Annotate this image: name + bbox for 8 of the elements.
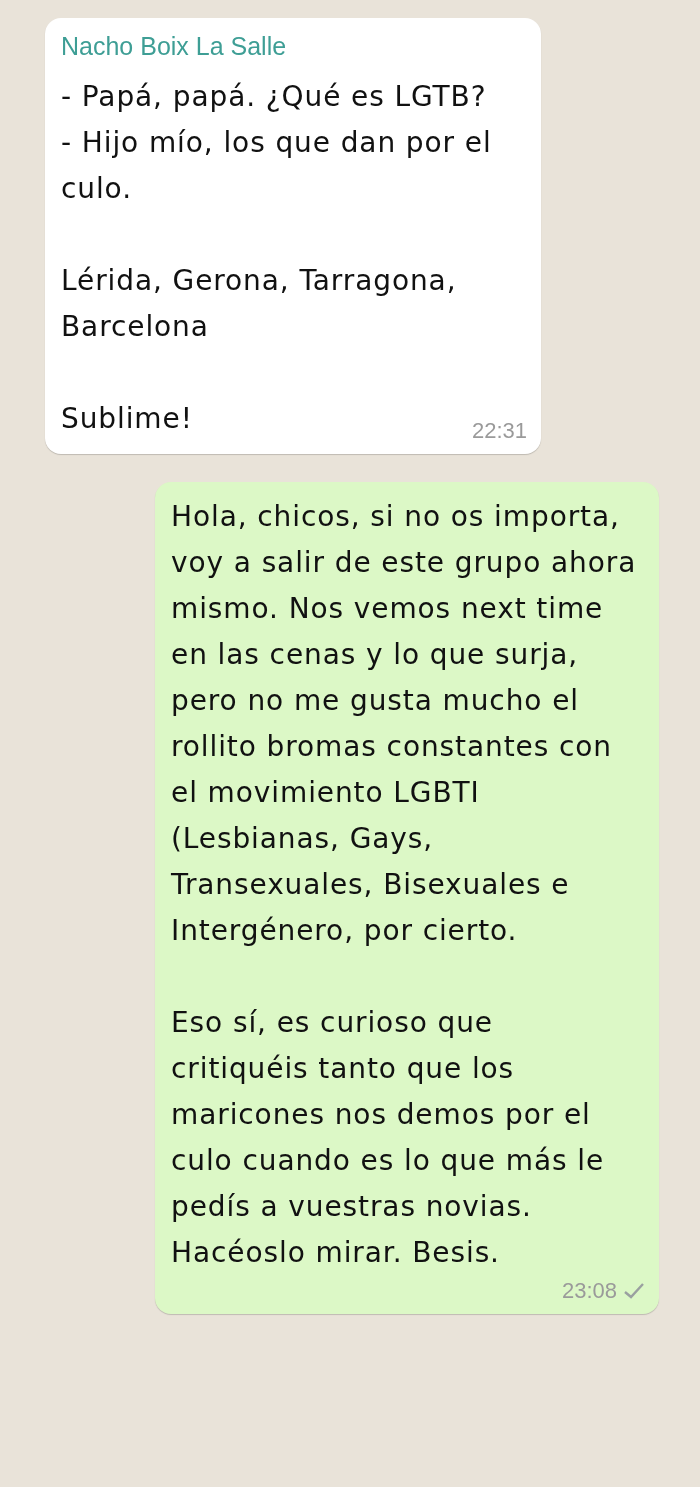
message-text: Hola, chicos, si no os importa, voy a salir de este grupo ahora mismo. Nos vemos next time en las cenas y lo que surja, pero no me gusta mucho el rollito bromas constantes con el movimiento LGBTI (Lesbianas, Gays, Transexuales, Bisexuales e Intergénero, por cierto. xyxy=(171,499,638,949)
sender-name: Nacho Boix La Salle xyxy=(61,31,287,62)
message-text: Sublime! xyxy=(61,401,193,437)
message-time: 23:08 xyxy=(561,1278,617,1304)
message-text: - Papá, papá. ¿Qué es LGTB? - Hijo mío, los que dan por el culo. xyxy=(61,79,493,207)
message-time: 22:31 xyxy=(471,418,527,444)
message-text: Eso sí, es curioso que critiquéis tanto que los maricones nos demos por el culo cuando es lo que más le pedís a vuestras novias. Hacéoslo mirar. Besis. xyxy=(171,1005,606,1271)
message-text: Lérida, Gerona, Tarragona, Barcelona xyxy=(61,263,458,345)
